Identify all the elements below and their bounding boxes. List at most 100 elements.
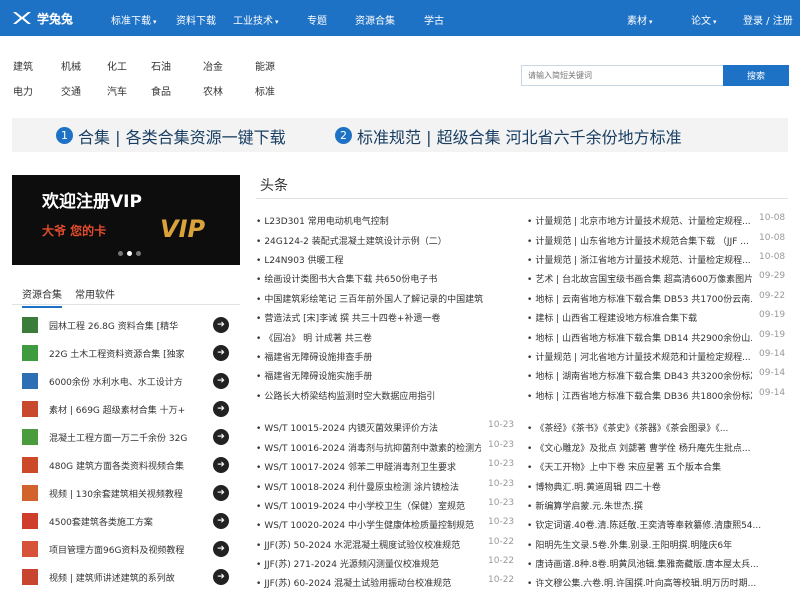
arrow-right-icon[interactable]: ➔	[213, 457, 229, 473]
carousel-dot[interactable]	[127, 251, 132, 256]
headline-link[interactable]: • 计量规范 | 山东省地方计量技术规范合集下载 （JJF ...	[527, 234, 752, 247]
nav-resource-collection[interactable]: 资源合集	[355, 12, 395, 27]
nav-ancient[interactable]: 学古	[424, 12, 444, 27]
category-link[interactable]: 交通	[61, 83, 81, 98]
tab-common-software[interactable]: 常用软件	[75, 286, 115, 301]
headline-link[interactable]: • 公路长大桥梁结构监测时空大数据应用指引	[256, 389, 516, 402]
banner-link-collection[interactable]: 1 合集 | 各类合集资源一键下载	[56, 127, 286, 147]
headline-link[interactable]: • 绘画设计类图书大合集下载 共650份电子书	[256, 272, 516, 285]
arrow-right-icon[interactable]: ➔	[213, 541, 229, 557]
carousel-dots	[118, 251, 145, 256]
arrow-right-icon[interactable]: ➔	[213, 373, 229, 389]
classic-link[interactable]: • 新编算学启蒙.元.朱世杰.撰	[527, 499, 785, 512]
category-link[interactable]: 能源	[255, 58, 275, 73]
date-label: 10-23	[488, 498, 515, 508]
standard-link[interactable]: • JJF(苏) 271-2024 光源频闪测量仪校准规范	[256, 557, 481, 570]
thumbnail-icon	[22, 401, 38, 417]
standard-link[interactable]: • WS/T 10017-2024 邻苯二甲醛消毒剂卫生要求	[256, 460, 481, 473]
headline-link[interactable]: • 《园冶》 明 计成著 共三卷	[256, 331, 516, 344]
category-link[interactable]: 冶金	[203, 58, 223, 73]
nav-papers[interactable]: 论文 ▾	[691, 12, 717, 27]
category-link[interactable]: 电力	[13, 83, 33, 98]
list-item[interactable]: 视频 | 130余套建筑相关视频教程 ➔	[22, 484, 234, 502]
category-link[interactable]: 机械	[61, 58, 81, 73]
classic-link[interactable]: • 《文心雕龙》及批点 刘勰著 曹学佺 杨升庵先生批点...	[527, 441, 785, 454]
banner-link-standards[interactable]: 2 标准规范 | 超级合集 河北省六千余份地方标准	[335, 127, 682, 147]
list-item[interactable]: 素材 | 669G 超级素材合集 十万+ ➔	[22, 400, 234, 418]
date-label: 10-23	[488, 440, 515, 450]
divider	[256, 198, 788, 199]
arrow-right-icon[interactable]: ➔	[213, 513, 229, 529]
list-item[interactable]: 22G 土木工程资料资源合集 [独家 ➔	[22, 344, 234, 362]
logo[interactable]: 学兔兔	[12, 9, 73, 27]
category-link[interactable]: 农林	[203, 83, 223, 98]
search-button[interactable]: 搜索	[723, 65, 789, 86]
vip-badge: VIP	[160, 215, 206, 243]
nav-materials[interactable]: 素材 ▾	[627, 12, 653, 27]
headline-link[interactable]: • 营造法式 [宋]李诫 撰 共三十四卷+补遗一卷	[256, 311, 516, 324]
category-link[interactable]: 汽车	[107, 83, 127, 98]
classic-link[interactable]: • 阳明先生文录.5卷.外集.别录.王阳明撰.明隆庆6年	[527, 538, 785, 551]
standard-link[interactable]: • WS/T 10019-2024 中小学校卫生（保健）室规范	[256, 499, 481, 512]
carousel-dot[interactable]	[136, 251, 141, 256]
list-item[interactable]: 480G 建筑方面各类资料视频合集 ➔	[22, 456, 234, 474]
standard-link[interactable]: • WS/T 10016-2024 消毒剂与抗抑菌剂中激素的检测方法	[256, 441, 481, 454]
headline-link[interactable]: • 福建省无障碍设施实施手册	[256, 369, 516, 382]
category-link[interactable]: 石油	[151, 58, 171, 73]
headline-link[interactable]: • 福建省无障碍设施排查手册	[256, 350, 516, 363]
standard-link[interactable]: • WS/T 10018-2024 利什曼原虫检测 涂片镜检法	[256, 480, 481, 493]
list-item[interactable]: 项目管理方面96G资料及视频教程 ➔	[22, 540, 234, 558]
date-label: 10-22	[488, 556, 515, 566]
list-item[interactable]: 混凝土工程方面一万二千余份 32G ➔	[22, 428, 234, 446]
standard-link[interactable]: • WS/T 10020-2024 中小学生健康体检质量控制规范	[256, 518, 481, 531]
headline-link[interactable]: • 地标 | 湖南省地方标准下载合集 DB43 共3200余份标准	[527, 369, 752, 382]
list-item[interactable]: 4500套建筑各类施工方案 ➔	[22, 512, 234, 530]
headline-link[interactable]: • 中国建筑彩绘笔记 三百年前外国人了解记录的中国建筑	[256, 292, 516, 305]
classic-link[interactable]: • 许文穆公集.六卷.明.许国撰.叶向高等校辑.明万历时期...	[527, 576, 785, 589]
date-label: 09-14	[759, 368, 786, 378]
nav-material-download[interactable]: 资料下载	[176, 12, 216, 27]
headline-link[interactable]: • L23D301 常用电动机电气控制	[256, 214, 516, 227]
category-link[interactable]: 化工	[107, 58, 127, 73]
list-item[interactable]: 视频 | 建筑师讲述建筑的系列故 ➔	[22, 568, 234, 586]
arrow-right-icon[interactable]: ➔	[213, 345, 229, 361]
arrow-right-icon[interactable]: ➔	[213, 401, 229, 417]
date-label: 10-08	[759, 213, 786, 223]
headline-link[interactable]: • 艺术 | 台北故宫国宝级书画合集 超高清600万像素图片	[527, 272, 752, 285]
headline-link[interactable]: • 建标 | 山西省工程建设地方标准合集下载	[527, 311, 752, 324]
login-register-link[interactable]: 登录 / 注册	[743, 12, 793, 27]
category-link[interactable]: 标准	[255, 83, 275, 98]
arrow-right-icon[interactable]: ➔	[213, 569, 229, 585]
standard-link[interactable]: • WS/T 10015-2024 内镜灭菌效果评价方法	[256, 421, 481, 434]
category-link[interactable]: 建筑	[13, 58, 33, 73]
vip-carousel[interactable]: 欢迎注册VIP 大爷 您的卡 VIP	[12, 175, 240, 265]
chevron-down-icon: ▾	[275, 18, 279, 26]
nav-topics[interactable]: 专题	[307, 12, 327, 27]
list-item[interactable]: 园林工程 26.8G 资料合集 [精华 ➔	[22, 316, 234, 334]
nav-standard-download[interactable]: 标准下载 ▾	[111, 12, 157, 27]
arrow-right-icon[interactable]: ➔	[213, 485, 229, 501]
headline-link[interactable]: • L24N903 供暖工程	[256, 253, 516, 266]
list-item[interactable]: 6000余份 水利水电、水工设计方 ➔	[22, 372, 234, 390]
classic-link[interactable]: • 唐诗画谱.8种.8卷.明黄凤池辑.集雅斋藏版.唐本屋太兵...	[527, 557, 785, 570]
category-link[interactable]: 食品	[151, 83, 171, 98]
headline-link[interactable]: • 计量规范 | 河北省地方计量技术规范和计量检定规程...	[527, 350, 752, 363]
classic-link[interactable]: • 《茶经》《茶书》《茶史》《茶器》《茶会图录》《...	[527, 421, 785, 434]
classic-link[interactable]: • 钦定词谱.40卷.清.陈廷敬.王奕清等奉敕纂修.清康熙54...	[527, 518, 785, 531]
standard-link[interactable]: • JJF(苏) 50-2024 水泥混凝土稠度试验仪校准规范	[256, 538, 481, 551]
headline-link[interactable]: • 24G124-2 装配式混凝土建筑设计示例（二）	[256, 234, 516, 247]
headline-link[interactable]: • 计量规范 | 浙江省地方计量技术规范、计量检定规程...	[527, 253, 752, 266]
search-input[interactable]	[521, 65, 724, 86]
headline-link[interactable]: • 地标 | 山西省地方标准下载合集 DB14 共2900余份山...	[527, 331, 752, 344]
carousel-dot[interactable]	[118, 251, 123, 256]
headline-link[interactable]: • 地标 | 江西省地方标准下载合集 DB36 共1800余份标准	[527, 389, 752, 402]
arrow-right-icon[interactable]: ➔	[213, 429, 229, 445]
headline-link[interactable]: • 计量规范 | 北京市地方计量技术规范、计量检定规程...	[527, 214, 752, 227]
headline-link[interactable]: • 地标 | 云南省地方标准下载合集 DB53 共1700份云南...	[527, 292, 752, 305]
standard-link[interactable]: • JJF(苏) 60-2024 混凝土试验用振动台校准规范	[256, 576, 481, 589]
classic-link[interactable]: • 博物典汇.明.黄道周辑 四二十卷	[527, 480, 785, 493]
nav-industrial-tech[interactable]: 工业技术 ▾	[233, 12, 279, 27]
section-title-headlines: 头条	[260, 178, 288, 194]
arrow-right-icon[interactable]: ➔	[213, 317, 229, 333]
classic-link[interactable]: • 《天工开物》上中下卷 宋应星著 五个版本合集	[527, 460, 785, 473]
